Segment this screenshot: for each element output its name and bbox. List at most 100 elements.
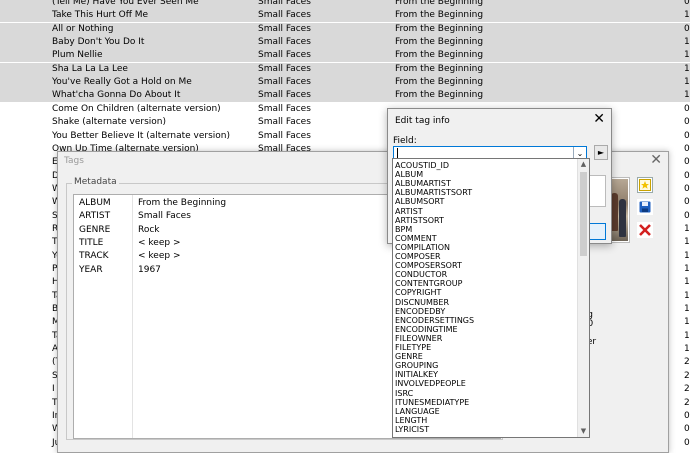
track-number: 0 <box>684 410 690 421</box>
scroll-down-icon[interactable]: ▼ <box>578 426 589 437</box>
field-option[interactable]: CONDUCTOR <box>395 270 573 279</box>
track-album: From the Beginning <box>395 10 484 21</box>
track-album: From the Beginning <box>395 23 484 34</box>
tags-dialog-title: Tags <box>64 156 84 166</box>
track-title: You've Really Got a Hold on Me <box>52 77 192 88</box>
ok-button[interactable] <box>588 223 606 240</box>
metadata-value[interactable]: < keep > <box>138 238 180 248</box>
field-option[interactable]: COMPOSER <box>395 252 573 261</box>
field-option[interactable]: INITIALKEY <box>395 370 573 379</box>
field-option[interactable]: COMMENT <box>395 234 573 243</box>
track-number: 0 <box>684 170 690 181</box>
field-option[interactable]: CONTENTGROUP <box>395 279 573 288</box>
tags-close-button[interactable]: ✕ <box>650 152 662 168</box>
metadata-value[interactable]: From the Beginning <box>138 198 226 208</box>
track-row[interactable]: (Tell Me) Have You Ever Seen Me Small Fac… <box>0 0 690 9</box>
field-option[interactable]: ALBUMARTIST <box>395 179 573 188</box>
track-number: 2 <box>684 384 690 395</box>
track-artist: Small Faces <box>258 10 311 21</box>
field-option[interactable]: ITUNESMEDIATYPE <box>395 398 573 407</box>
value-input[interactable] <box>588 175 606 207</box>
metadata-value[interactable]: Rock <box>138 225 160 235</box>
track-number: 1 <box>684 50 690 61</box>
scroll-thumb[interactable] <box>580 172 587 256</box>
field-option[interactable]: COPYRIGHT <box>395 288 573 297</box>
field-option[interactable]: FILETYPE <box>395 343 573 352</box>
field-option[interactable]: BPM <box>395 225 573 234</box>
field-dropdown-list[interactable]: ▲ ▼ ACOUSTID_ID ALBUM ALBUMARTIST ALBUMARTI… <box>392 158 590 438</box>
track-number: 1 <box>684 10 690 21</box>
track-album: From the Beginning <box>395 77 484 88</box>
track-number: 0 <box>684 23 690 34</box>
field-option[interactable]: ISRC <box>395 389 573 398</box>
track-number: 1 <box>684 317 690 328</box>
track-title: Shake (alternate version) <box>52 117 166 128</box>
field-option[interactable]: COMPILATION <box>395 243 573 252</box>
field-option[interactable]: ACOUSTID_ID <box>395 161 573 170</box>
metadata-key: ARTIST <box>79 211 111 222</box>
track-row[interactable]: Baby Don't You Do It Small Faces From the … <box>0 36 690 50</box>
play-icon[interactable]: ► <box>594 145 608 160</box>
field-option[interactable]: LENGTH <box>395 416 573 425</box>
track-title: What'cha Gonna Do About It <box>52 90 181 101</box>
metadata-value[interactable]: 1967 <box>138 265 161 275</box>
field-option[interactable]: LYRICIST <box>395 425 573 434</box>
save-icon <box>639 201 651 213</box>
add-art-button[interactable] <box>637 177 653 193</box>
track-number: 0 <box>684 0 690 7</box>
field-option[interactable]: GENRE <box>395 352 573 361</box>
track-number: 1 <box>684 264 690 274</box>
delete-icon <box>639 224 651 236</box>
metadata-label: Metadata <box>72 177 119 187</box>
save-art-button[interactable] <box>637 199 653 215</box>
field-option[interactable]: ALBUM <box>395 170 573 179</box>
track-number: 1 <box>684 304 690 315</box>
metadata-value[interactable]: Small Faces <box>138 211 191 221</box>
field-option[interactable]: ENCODINGTIME <box>395 325 573 334</box>
track-number: 0 <box>684 424 690 435</box>
field-option[interactable]: FILEOWNER <box>395 334 573 343</box>
metadata-value[interactable]: < keep > <box>138 251 180 261</box>
track-number: 1 <box>684 344 690 355</box>
field-option[interactable]: ENCODEDBY <box>395 307 573 316</box>
track-row[interactable]: What'cha Gonna Do About It Small Faces Fro… <box>0 89 690 103</box>
star-icon <box>639 179 651 191</box>
track-artist: Small Faces <box>258 90 311 101</box>
track-title: All or Nothing <box>52 23 114 34</box>
field-option[interactable]: INVOLVEDPEOPLE <box>395 379 573 388</box>
edit-close-button[interactable]: ✕ <box>593 111 605 127</box>
track-number: 1 <box>684 63 690 74</box>
track-row[interactable]: You've Really Got a Hold on Me Small Face… <box>0 76 690 90</box>
field-option[interactable]: ARTISTSORT <box>395 216 573 225</box>
edit-dialog-title: Edit tag info <box>395 116 450 126</box>
scroll-up-icon[interactable]: ▲ <box>578 159 589 170</box>
dropdown-scrollbar[interactable]: ▲ ▼ <box>577 159 589 437</box>
delete-art-button[interactable] <box>637 222 653 238</box>
track-row[interactable]: All or Nothing Small Faces From the Beginn… <box>0 22 690 36</box>
track-title: Plum Nellie <box>52 50 103 61</box>
track-row[interactable]: Take This Hurt Off Me Small Faces From the… <box>0 9 690 23</box>
track-number: 1 <box>684 330 690 341</box>
field-option[interactable]: ALBUMSORT <box>395 197 573 206</box>
track-artist: Small Faces <box>258 130 311 141</box>
field-option[interactable]: COMPOSERSORT <box>395 261 573 270</box>
track-number: 0 <box>684 130 690 141</box>
track-artist: Small Faces <box>258 63 311 74</box>
track-number: 0 <box>684 197 690 208</box>
track-album: From the Beginning <box>395 50 484 61</box>
field-option[interactable]: DISCNUMBER <box>395 298 573 307</box>
field-option[interactable]: ALBUMARTISTSORT <box>395 188 573 197</box>
metadata-key: YEAR <box>79 264 103 275</box>
track-artist: Small Faces <box>258 50 311 61</box>
field-option[interactable]: ENCODERSETTINGS <box>395 316 573 325</box>
track-row[interactable]: Sha La La La Lee Small Faces From the Begi… <box>0 62 690 76</box>
field-option[interactable]: LANGUAGE <box>395 407 573 416</box>
field-option[interactable]: GROUPING <box>395 361 573 370</box>
track-number: 1 <box>684 290 690 301</box>
track-album: From the Beginning <box>395 63 484 74</box>
metadata-key: TITLE <box>79 237 104 248</box>
field-option[interactable]: ARTIST <box>395 207 573 216</box>
track-row[interactable]: Plum Nellie Small Faces From the Beginning… <box>0 49 690 63</box>
field-label: Field: <box>393 136 417 146</box>
track-artist: Small Faces <box>258 77 311 88</box>
